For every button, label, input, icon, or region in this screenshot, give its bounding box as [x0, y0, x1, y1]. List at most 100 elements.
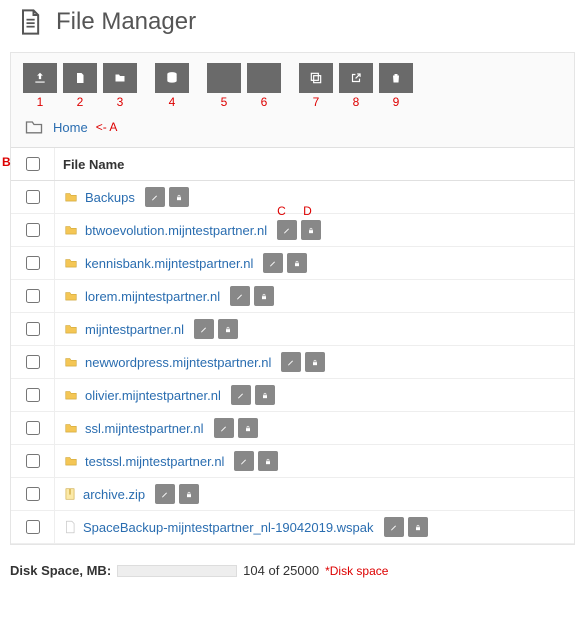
pencil-icon: [151, 192, 159, 203]
copy-icon: [309, 71, 323, 85]
file-link[interactable]: Backups: [85, 190, 135, 205]
permissions-button[interactable]: [179, 484, 199, 504]
database-button[interactable]: [155, 63, 189, 93]
copy-button[interactable]: [299, 63, 333, 93]
lock-icon: [307, 225, 315, 236]
permissions-button[interactable]: [218, 319, 238, 339]
rename-button[interactable]: [277, 220, 297, 240]
upload-icon: [33, 71, 47, 85]
row-checkbox[interactable]: [26, 421, 40, 435]
rename-button[interactable]: [234, 451, 254, 471]
permissions-button[interactable]: [287, 253, 307, 273]
row-checkbox[interactable]: [26, 355, 40, 369]
row-checkbox[interactable]: [26, 289, 40, 303]
pencil-icon: [236, 291, 244, 302]
annot-b: B: [2, 155, 11, 169]
file-link[interactable]: SpaceBackup-mijntestpartner_nl-19042019.…: [83, 520, 374, 535]
table-row: lorem.mijntestpartner.nl: [11, 280, 574, 313]
file-link[interactable]: newwordpress.mijntestpartner.nl: [85, 355, 271, 370]
permissions-button[interactable]: [169, 187, 189, 207]
table-row: newwordpress.mijntestpartner.nl: [11, 346, 574, 379]
breadcrumb-home[interactable]: Home: [53, 120, 88, 135]
arrows-in-icon: [217, 71, 231, 85]
annot-3: 3: [103, 95, 137, 109]
rename-button[interactable]: [194, 319, 214, 339]
file-link[interactable]: olivier.mijntestpartner.nl: [85, 388, 221, 403]
rename-button[interactable]: [214, 418, 234, 438]
file-link[interactable]: archive.zip: [83, 487, 145, 502]
lock-icon: [261, 390, 269, 401]
lock-icon: [224, 324, 232, 335]
file-link[interactable]: ssl.mijntestpartner.nl: [85, 421, 204, 436]
file-icon: [63, 519, 77, 535]
rename-button[interactable]: [145, 187, 165, 207]
pencil-icon: [161, 489, 169, 500]
annot-6: 6: [247, 95, 281, 109]
lock-icon: [185, 489, 193, 500]
rename-button[interactable]: [263, 253, 283, 273]
rename-button[interactable]: [230, 286, 250, 306]
lock-icon: [311, 357, 319, 368]
pencil-icon: [269, 258, 277, 269]
database-icon: [165, 71, 179, 85]
upload-button[interactable]: [23, 63, 57, 93]
annot-1: 1: [23, 95, 57, 109]
file-link[interactable]: lorem.mijntestpartner.nl: [85, 289, 220, 304]
table-row: Backups: [11, 181, 574, 214]
annot-a: <- A: [96, 120, 118, 134]
annot-8: 8: [339, 95, 373, 109]
new-file-button[interactable]: [63, 63, 97, 93]
permissions-button[interactable]: [254, 286, 274, 306]
new-folder-button[interactable]: [103, 63, 137, 93]
permissions-button[interactable]: [238, 418, 258, 438]
column-header-name: File Name: [55, 152, 574, 177]
rename-button[interactable]: [384, 517, 404, 537]
folder-icon: [113, 72, 127, 84]
pencil-icon: [220, 423, 228, 434]
table-row: testssl.mijntestpartner.nl: [11, 445, 574, 478]
row-checkbox[interactable]: [26, 223, 40, 237]
rename-button[interactable]: [155, 484, 175, 504]
select-all-checkbox[interactable]: [26, 157, 40, 171]
delete-button[interactable]: [379, 63, 413, 93]
disk-bar: [117, 565, 237, 577]
trash-icon: [390, 71, 402, 85]
zip-icon: [63, 486, 77, 502]
file-link[interactable]: testssl.mijntestpartner.nl: [85, 454, 224, 469]
file-link[interactable]: mijntestpartner.nl: [85, 322, 184, 337]
disk-label: Disk Space, MB:: [10, 563, 111, 578]
page-title: File Manager: [56, 8, 196, 36]
lock-icon: [175, 192, 183, 203]
pencil-icon: [283, 225, 291, 236]
row-checkbox[interactable]: [26, 190, 40, 204]
collapse-button[interactable]: [207, 63, 241, 93]
permissions-button[interactable]: [301, 220, 321, 240]
row-checkbox[interactable]: [26, 322, 40, 336]
expand-button[interactable]: [247, 63, 281, 93]
pencil-icon: [200, 324, 208, 335]
table-row: archive.zip: [11, 478, 574, 511]
rename-button[interactable]: [281, 352, 301, 372]
permissions-button[interactable]: [408, 517, 428, 537]
permissions-button[interactable]: [305, 352, 325, 372]
file-manager-icon: [16, 8, 44, 36]
table-row: kennisbank.mijntestpartner.nl: [11, 247, 574, 280]
row-checkbox[interactable]: [26, 256, 40, 270]
row-checkbox[interactable]: [26, 454, 40, 468]
row-checkbox[interactable]: [26, 487, 40, 501]
row-checkbox[interactable]: [26, 520, 40, 534]
file-link[interactable]: kennisbank.mijntestpartner.nl: [85, 256, 253, 271]
file-link[interactable]: btwoevolution.mijntestpartner.nl: [85, 223, 267, 238]
table-row: olivier.mijntestpartner.nl: [11, 379, 574, 412]
folder-icon: [63, 223, 79, 237]
permissions-button[interactable]: [258, 451, 278, 471]
file-icon: [74, 71, 86, 85]
rename-button[interactable]: [231, 385, 251, 405]
open-button[interactable]: [339, 63, 373, 93]
table-row: ssl.mijntestpartner.nl: [11, 412, 574, 445]
file-panel: 1 2 3 4 5 6 7 8 9 Home <- A B File Name …: [10, 52, 575, 545]
row-checkbox[interactable]: [26, 388, 40, 402]
folder-icon: [63, 421, 79, 435]
permissions-button[interactable]: [255, 385, 275, 405]
breadcrumb: Home <- A: [11, 113, 574, 147]
